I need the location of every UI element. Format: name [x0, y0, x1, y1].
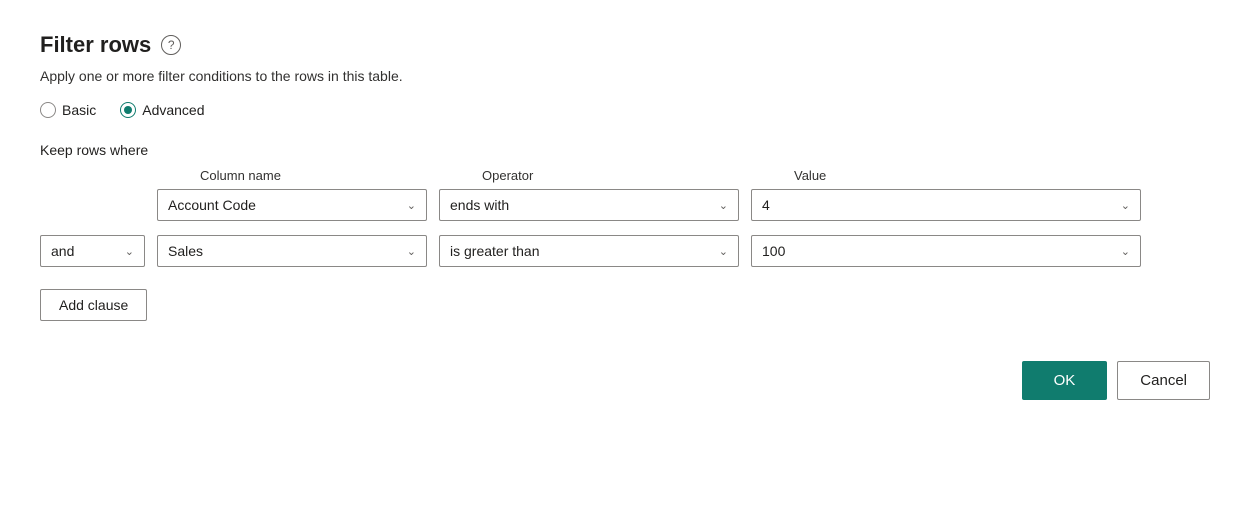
column-name-select-2[interactable]: Sales ⌄	[157, 235, 427, 267]
basic-radio-label[interactable]: Basic	[40, 102, 96, 118]
value-header: Value	[794, 168, 1184, 183]
cancel-label: Cancel	[1140, 372, 1187, 389]
basic-radio-circle[interactable]	[40, 102, 56, 118]
title-row: Filter rows ?	[40, 32, 1210, 58]
advanced-label: Advanced	[142, 102, 204, 118]
cancel-button[interactable]: Cancel	[1117, 361, 1210, 400]
dialog-footer: OK Cancel	[40, 361, 1210, 400]
chevron-down-icon-val1: ⌄	[1121, 199, 1130, 212]
chevron-down-icon-val2: ⌄	[1121, 245, 1130, 258]
advanced-radio-circle[interactable]	[120, 102, 136, 118]
operator-value-1: ends with	[450, 197, 509, 213]
value-select-1[interactable]: 4 ⌄	[751, 189, 1141, 221]
filter-rows-dialog: Filter rows ? Apply one or more filter c…	[40, 32, 1210, 400]
dialog-subtitle: Apply one or more filter conditions to t…	[40, 68, 1210, 84]
dialog-title: Filter rows	[40, 32, 151, 58]
chevron-down-icon-op2: ⌄	[719, 245, 728, 258]
filter-row-1: Account Code ⌄ ends with ⌄ 4 ⌄	[40, 189, 1210, 221]
advanced-radio-label[interactable]: Advanced	[120, 102, 204, 118]
chevron-down-icon-col1: ⌄	[407, 199, 416, 212]
operator-value-2: is greater than	[450, 243, 540, 259]
chevron-down-icon-connector: ⌄	[125, 245, 134, 258]
operator-select-2[interactable]: is greater than ⌄	[439, 235, 739, 267]
ok-button[interactable]: OK	[1022, 361, 1108, 400]
column-name-value-2: Sales	[168, 243, 203, 259]
filter-headers: Column name Operator Value	[200, 168, 1210, 183]
column-name-value-1: Account Code	[168, 197, 256, 213]
help-icon[interactable]: ?	[161, 35, 181, 55]
chevron-down-icon-op1: ⌄	[719, 199, 728, 212]
ok-label: OK	[1054, 372, 1076, 389]
add-clause-label: Add clause	[59, 297, 128, 313]
basic-label: Basic	[62, 102, 96, 118]
column-name-header: Column name	[200, 168, 470, 183]
value-value-2: 100	[762, 243, 785, 259]
filter-row-2: and ⌄ Sales ⌄ is greater than ⌄ 100 ⌄	[40, 235, 1210, 267]
value-select-2[interactable]: 100 ⌄	[751, 235, 1141, 267]
operator-header: Operator	[482, 168, 782, 183]
connector-value: and	[51, 243, 74, 259]
mode-radio-group: Basic Advanced	[40, 102, 1210, 118]
add-clause-button[interactable]: Add clause	[40, 289, 147, 321]
connector-select[interactable]: and ⌄	[40, 235, 145, 267]
operator-select-1[interactable]: ends with ⌄	[439, 189, 739, 221]
column-name-select-1[interactable]: Account Code ⌄	[157, 189, 427, 221]
value-value-1: 4	[762, 197, 770, 213]
chevron-down-icon-col2: ⌄	[407, 245, 416, 258]
keep-rows-label: Keep rows where	[40, 142, 1210, 158]
